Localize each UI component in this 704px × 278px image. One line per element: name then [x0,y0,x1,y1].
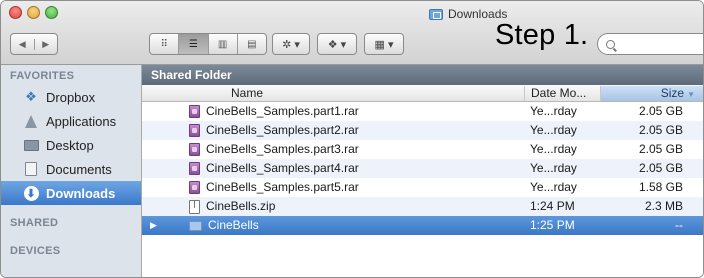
downloads-folder-icon [429,8,443,20]
forward-button[interactable]: ▶ [33,38,58,50]
icon-view-button[interactable]: ⠿ [150,34,178,54]
sidebar-item-dropbox[interactable]: ❖ Dropbox [1,85,141,109]
search-input[interactable] [597,33,703,55]
file-size: -- [675,218,683,232]
step-annotation: Step 1. [495,19,589,51]
table-row[interactable]: CineBells_Samples.part2.rar Ye...rday 2.… [142,121,703,140]
file-size: 2.3 MB [644,199,683,213]
rar-archive-icon [189,181,200,194]
documents-icon [23,161,39,177]
list-view-button[interactable]: ☰ [178,34,208,54]
rar-archive-icon [189,143,200,156]
file-date: Ye...rday [530,180,577,194]
sidebar-item-label: Desktop [46,137,94,153]
column-header-name[interactable]: Name [231,86,263,101]
file-date: Ye...rday [530,161,577,175]
file-size: 2.05 GB [638,104,683,118]
back-button[interactable]: ◀ [11,39,34,50]
downloads-icon: ⬇ [23,185,39,201]
desktop-icon [23,137,39,153]
close-button[interactable] [9,6,22,19]
rar-archive-icon [189,162,200,175]
file-list-pane: Shared Folder Name Date Mo... Size ▼ Cine… [142,65,703,277]
sidebar-item-desktop[interactable]: Desktop [1,133,141,157]
column-header-size[interactable]: Size ▼ [600,86,703,101]
folder-icon [189,220,202,231]
table-row-selected[interactable]: ▶ CineBells 1:25 PM -- [142,216,703,235]
file-size: 2.05 GB [638,142,683,156]
arrange-menu-button[interactable]: ▦ ▾ [364,33,404,55]
rar-archive-icon [189,124,200,137]
sidebar: FAVORITES ❖ Dropbox Applications Desktop… [1,65,142,277]
dropbox-share-button[interactable]: ❖ ▾ [317,33,357,55]
sidebar-item-label: Documents [46,161,112,177]
sidebar-section-shared[interactable]: SHARED [10,217,58,229]
file-name: CineBells_Samples.part3.rar [206,142,359,156]
table-row[interactable]: CineBells_Samples.part4.rar Ye...rday 2.… [142,159,703,178]
sidebar-item-label: Downloads [46,185,116,201]
table-row[interactable]: CineBells_Samples.part3.rar Ye...rday 2.… [142,140,703,159]
sidebar-section-favorites: FAVORITES [10,70,75,82]
disclosure-triangle-icon[interactable]: ▶ [150,220,157,231]
file-date: Ye...rday [530,142,577,156]
column-view-button[interactable]: ▥ [207,34,237,54]
titlebar: Downloads ◀ ▶ ⠿ ☰ ▥ ▤ ✲ ▾ ❖ ▾ ▦ ▾ Step 1… [1,1,703,65]
action-menu-button[interactable]: ✲ ▾ [272,33,310,55]
file-name: CineBells_Samples.part1.rar [206,104,359,118]
rar-archive-icon [189,105,200,118]
sidebar-item-applications[interactable]: Applications [1,109,141,133]
column-headers: Name Date Mo... Size ▼ [142,85,703,102]
table-row[interactable]: CineBells.zip 1:24 PM 2.3 MB [142,197,703,216]
file-date: Ye...rday [530,104,577,118]
file-date: 1:24 PM [530,199,575,213]
coverflow-view-button[interactable]: ▤ [236,34,266,54]
file-name: CineBells [208,218,259,232]
sidebar-section-devices[interactable]: DEVICES [10,245,60,257]
file-size: 1.58 GB [638,180,683,194]
file-name: CineBells_Samples.part4.rar [206,161,359,175]
zoom-button[interactable] [45,6,58,19]
sidebar-item-label: Dropbox [46,89,96,105]
applications-icon [23,113,39,129]
file-date: 1:25 PM [530,218,575,232]
finder-window: Downloads ◀ ▶ ⠿ ☰ ▥ ▤ ✲ ▾ ❖ ▾ ▦ ▾ Step 1… [0,0,704,278]
sort-descending-icon: ▼ [687,90,695,99]
table-row[interactable]: CineBells_Samples.part5.rar Ye...rday 1.… [142,178,703,197]
file-size: 2.05 GB [638,123,683,137]
back-forward-control: ◀ ▶ [10,33,58,55]
minimize-button[interactable] [27,6,40,19]
sidebar-item-downloads[interactable]: ⬇ Downloads [1,181,141,205]
file-name: CineBells.zip [206,199,276,213]
file-date: Ye...rday [530,123,577,137]
file-size: 2.05 GB [638,161,683,175]
column-header-date[interactable]: Date Mo... [524,86,598,101]
sidebar-item-label: Applications [46,113,117,129]
sidebar-item-documents[interactable]: Documents [1,157,141,181]
path-bar: Shared Folder [142,65,703,85]
file-name: CineBells_Samples.part5.rar [206,180,359,194]
zip-file-icon [189,199,200,214]
search-icon [606,39,615,49]
file-rows: CineBells_Samples.part1.rar Ye...rday 2.… [142,102,703,235]
file-name: CineBells_Samples.part2.rar [206,123,359,137]
view-mode-control: ⠿ ☰ ▥ ▤ [149,33,267,55]
dropbox-icon: ❖ [25,89,37,104]
table-row[interactable]: CineBells_Samples.part1.rar Ye...rday 2.… [142,102,703,121]
